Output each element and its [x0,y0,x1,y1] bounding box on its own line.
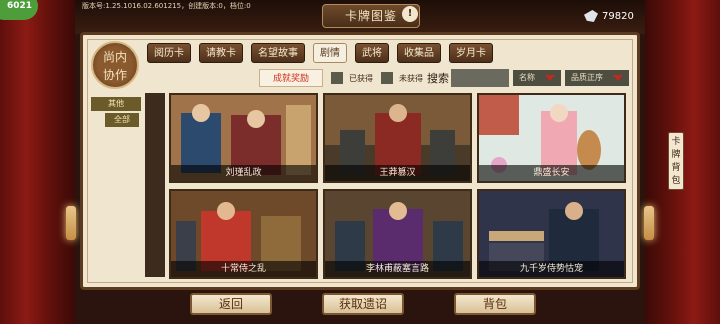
bag-button[interactable]: 背包 [454,293,536,315]
status-badge: 6021 [0,0,38,20]
tab-fame-story[interactable]: 名望故事 [251,43,305,63]
story-card[interactable]: 鼎盛长安 [477,93,626,183]
tab-consult[interactable]: 请教卡 [199,43,243,63]
card-title: 九千岁侍势怙宠 [479,261,624,277]
side-bag-label: 卡牌背包 [671,137,681,186]
version-text: 版本号:1.25.1016.02.601215，创建版本:0，档位:0 [82,2,251,10]
chevron-down-icon [545,75,555,81]
search-input[interactable] [451,69,509,87]
tab-story[interactable]: 剧情 [313,43,347,63]
owned-checkbox[interactable] [331,72,343,84]
tab-bar: 阅历卡 请教卡 名望故事 剧情 武将 收集品 岁月卡 [147,43,493,63]
card-title: 王莽篡汉 [325,165,470,181]
filter-row: 成就奖励 已获得 未获得 搜索 名称 品质正序 [259,69,637,87]
tab-collectibles[interactable]: 收集品 [397,43,441,63]
chevron-down-icon [613,75,623,81]
tab-experience[interactable]: 阅历卡 [147,43,191,63]
curtain-left [0,0,75,324]
card-title: 鼎盛长安 [479,165,624,181]
sort-name-label: 名称 [519,73,535,82]
emblem-badge: 尚内 协作 [91,41,139,89]
card-grid: 刘瑾乱政 王莽篡汉 鼎盛长安 十常侍之乱 李林甫蔽塞言路 九千岁侍势怙宠 [169,93,629,279]
not-owned-checkbox[interactable] [381,72,393,84]
story-card[interactable]: 刘瑾乱政 [169,93,318,183]
emblem-line1: 尚内 [102,50,127,64]
sort-order-label: 品质正序 [571,73,603,82]
not-owned-label: 未获得 [399,73,423,83]
search-label: 搜索 [427,72,449,85]
achievement-button[interactable]: 成就奖励 [259,69,323,87]
card-title: 刘瑾乱政 [171,165,316,181]
info-button[interactable]: ! [402,6,418,22]
owned-label: 已获得 [349,73,373,83]
get-relic-button[interactable]: 获取遗诏 [322,293,404,315]
side-divider [145,93,165,277]
sort-name-dropdown[interactable]: 名称 [513,70,561,86]
side-item-other[interactable]: 其他 [91,97,141,111]
story-card[interactable]: 李林甫蔽塞言路 [323,189,472,279]
back-button[interactable]: 返回 [190,293,272,315]
card-title: 李林甫蔽塞言路 [325,261,470,277]
lantern-right [644,206,654,240]
currency-value: 79820 [602,10,634,22]
side-bag-tab[interactable]: 卡牌背包 [668,132,684,190]
gem-icon [584,10,598,22]
story-card[interactable]: 九千岁侍势怙宠 [477,189,626,279]
story-card[interactable]: 王莽篡汉 [323,93,472,183]
sort-order-dropdown[interactable]: 品质正序 [565,70,629,86]
currency-display: 79820 [584,10,634,22]
side-item-all[interactable]: 全部 [105,113,139,127]
card-title: 十常侍之乱 [171,261,316,277]
tab-years[interactable]: 岁月卡 [449,43,493,63]
story-card[interactable]: 十常侍之乱 [169,189,318,279]
side-menu: 其他 全部 [91,97,141,129]
tab-generals[interactable]: 武将 [355,43,389,63]
emblem-line2: 协作 [102,68,127,82]
main-panel: 尚内 协作 阅历卡 请教卡 名望故事 剧情 武将 收集品 岁月卡 成就奖励 已获… [80,32,640,290]
lantern-left [66,206,76,240]
